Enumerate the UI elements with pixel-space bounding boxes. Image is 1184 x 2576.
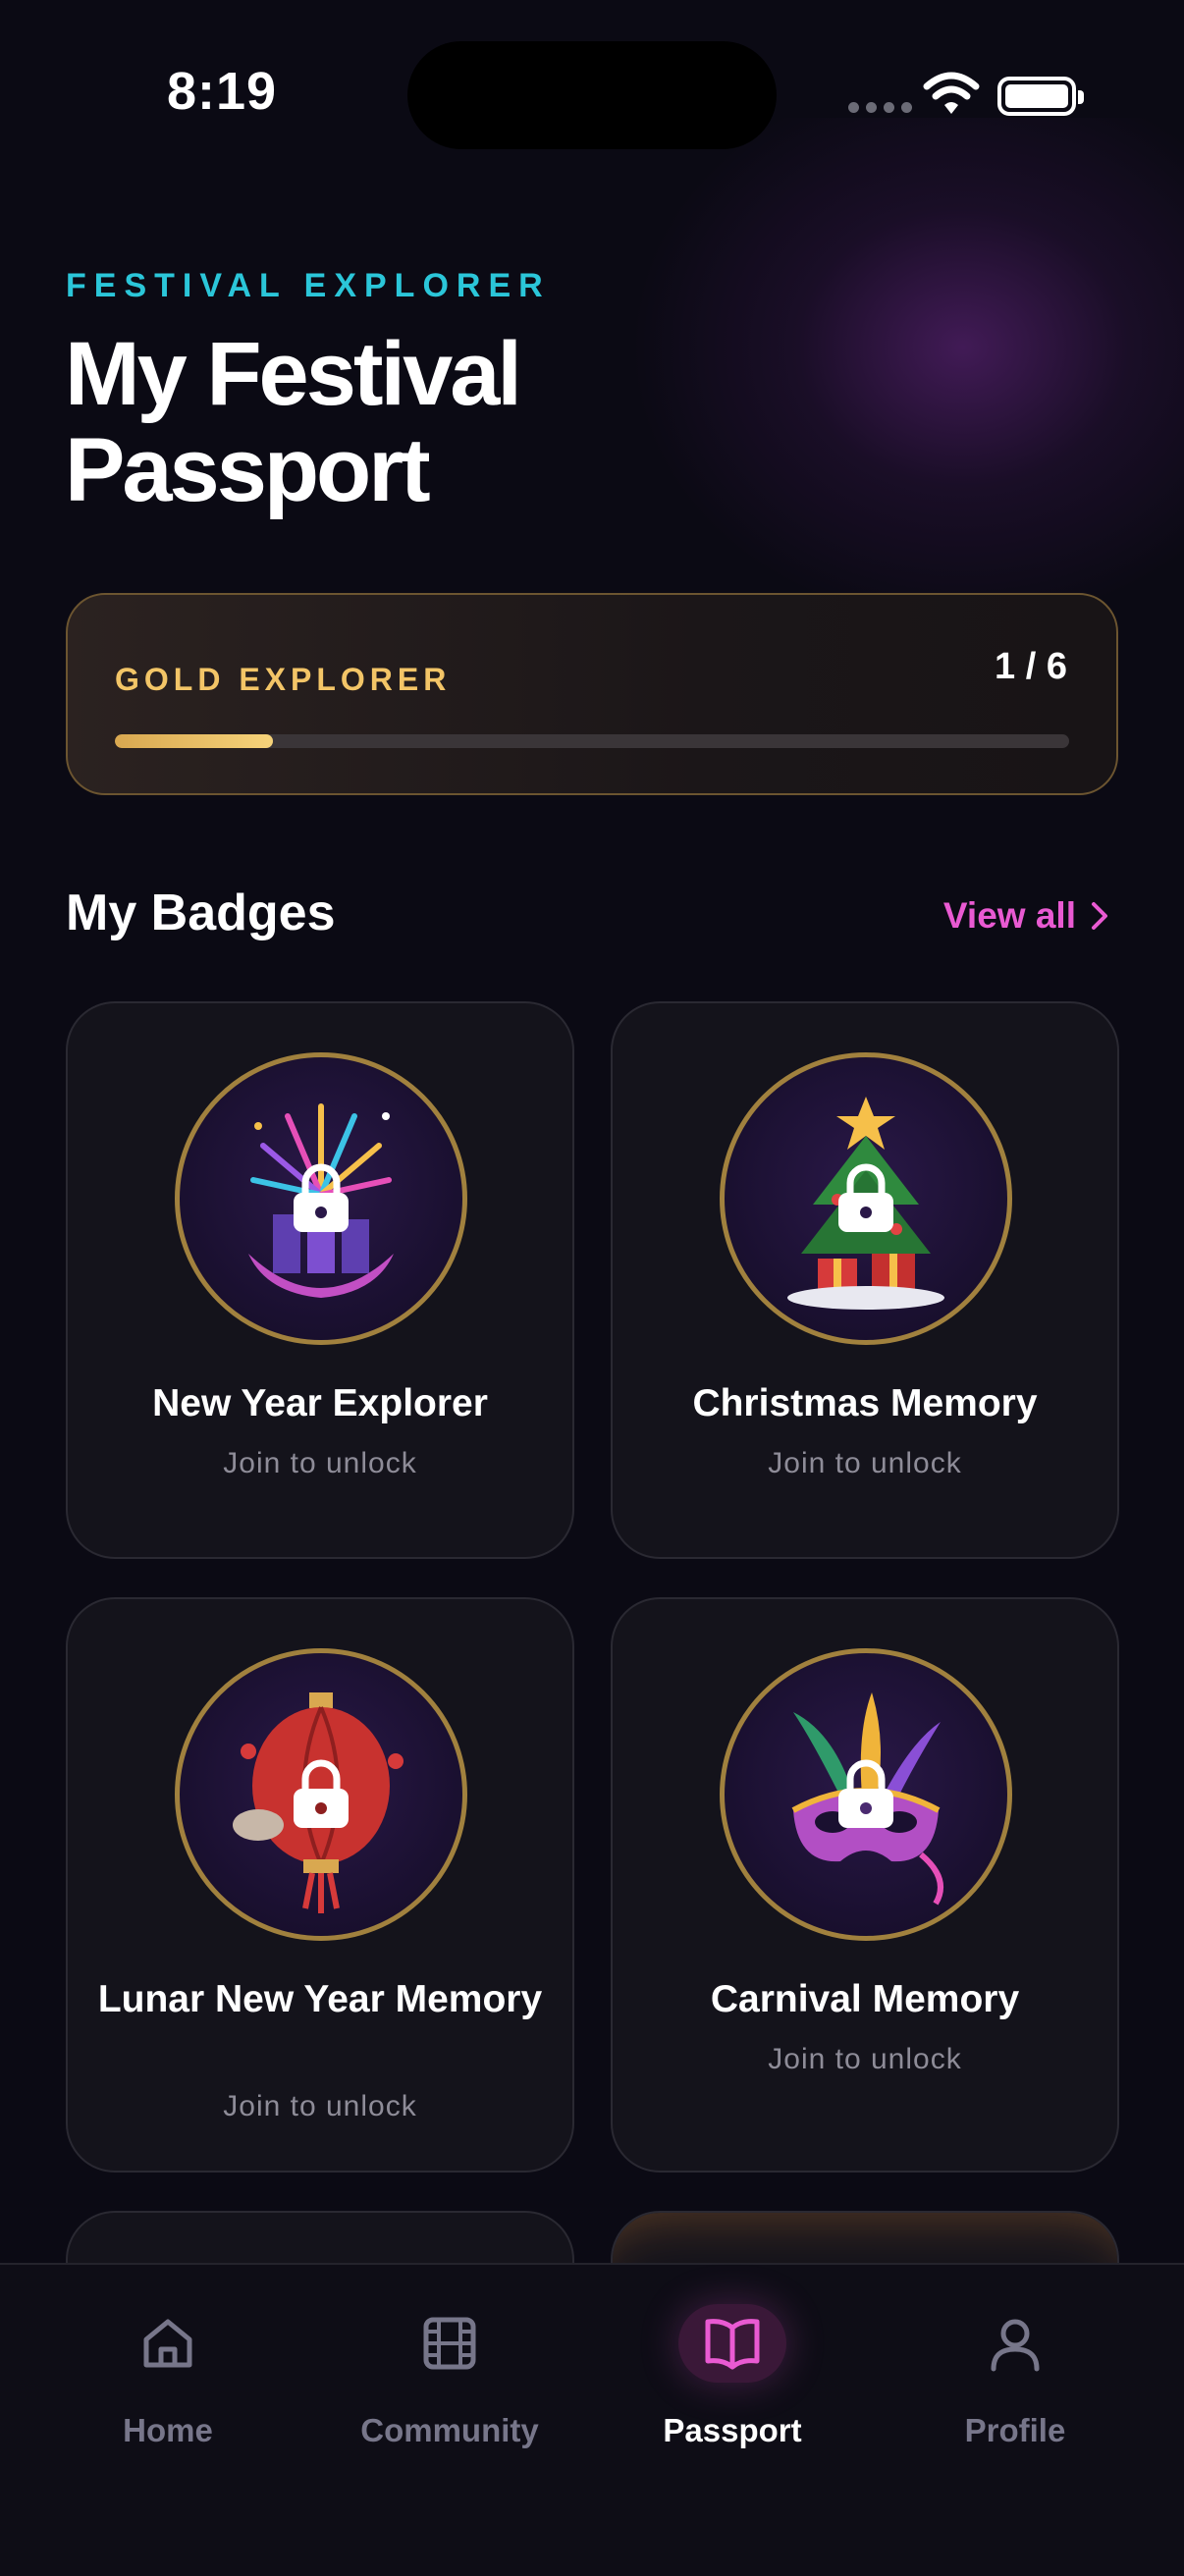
badge-status: Join to unlock xyxy=(223,1447,417,1479)
tab-label: Passport xyxy=(663,2412,802,2448)
battery-icon xyxy=(997,77,1084,116)
tab-label: Profile xyxy=(964,2412,1066,2448)
badge-medallion xyxy=(720,1648,1012,1941)
cellular-signal-icon xyxy=(848,102,912,113)
open-book-icon xyxy=(705,2319,760,2370)
explorer-progress-fill xyxy=(115,734,274,748)
wifi-icon xyxy=(923,72,980,114)
tab-profile[interactable]: Profile xyxy=(917,2314,1113,2449)
lock-icon xyxy=(838,1759,893,1828)
tab-community[interactable]: Community xyxy=(351,2314,548,2449)
tab-home[interactable]: Home xyxy=(70,2314,266,2449)
lock-icon xyxy=(838,1163,893,1232)
badge-medallion xyxy=(720,1052,1012,1345)
badge-name: Christmas Memory xyxy=(692,1382,1038,1424)
badge-name: Carnival Memory xyxy=(710,1978,1020,2020)
tab-label: Home xyxy=(123,2412,213,2448)
badge-card-carnival[interactable]: Carnival Memory Join to unlock xyxy=(611,1597,1119,2173)
badge-status: Join to unlock xyxy=(768,2043,962,2075)
view-all-link[interactable]: View all xyxy=(943,895,1109,937)
status-time: 8:19 xyxy=(167,62,278,121)
badge-card-christmas[interactable]: Christmas Memory Join to unlock xyxy=(611,1001,1119,1559)
explorer-progress-bar xyxy=(115,734,1069,748)
badge-medallion xyxy=(175,1052,467,1345)
tab-label: Community xyxy=(360,2412,539,2448)
explorer-count: 1 / 6 xyxy=(995,646,1067,687)
badge-name: New Year Explorer xyxy=(152,1382,488,1424)
lock-icon xyxy=(294,1759,349,1828)
badge-status: Join to unlock xyxy=(223,2090,417,2122)
badge-status: Join to unlock xyxy=(768,1447,962,1479)
badge-name: Lunar New Year Memory xyxy=(97,1978,543,2020)
home-icon xyxy=(143,2319,192,2368)
explorer-level-label: GOLD EXPLORER xyxy=(115,662,452,697)
badge-card-new-year[interactable]: New Year Explorer Join to unlock xyxy=(66,1001,574,1559)
chevron-right-icon xyxy=(1092,902,1107,930)
film-icon xyxy=(423,2317,476,2370)
explorer-progress-card[interactable]: GOLD EXPLORER 1 / 6 xyxy=(66,593,1118,795)
badges-section-title: My Badges xyxy=(66,885,336,941)
person-icon xyxy=(991,2319,1040,2372)
page-kicker: FESTIVAL EXPLORER xyxy=(66,267,551,304)
lock-icon xyxy=(294,1163,349,1232)
view-all-label: View all xyxy=(942,895,1076,936)
tab-passport[interactable]: Passport xyxy=(634,2304,831,2449)
dynamic-island xyxy=(407,41,777,149)
bottom-tab-bar: Home Community Passport Profile xyxy=(0,2263,1184,2576)
page-title: My Festival Passport xyxy=(65,324,522,520)
badge-medallion xyxy=(175,1648,467,1941)
badge-card-lunar-new-year[interactable]: Lunar New Year Memory Join to unlock xyxy=(66,1597,574,2173)
